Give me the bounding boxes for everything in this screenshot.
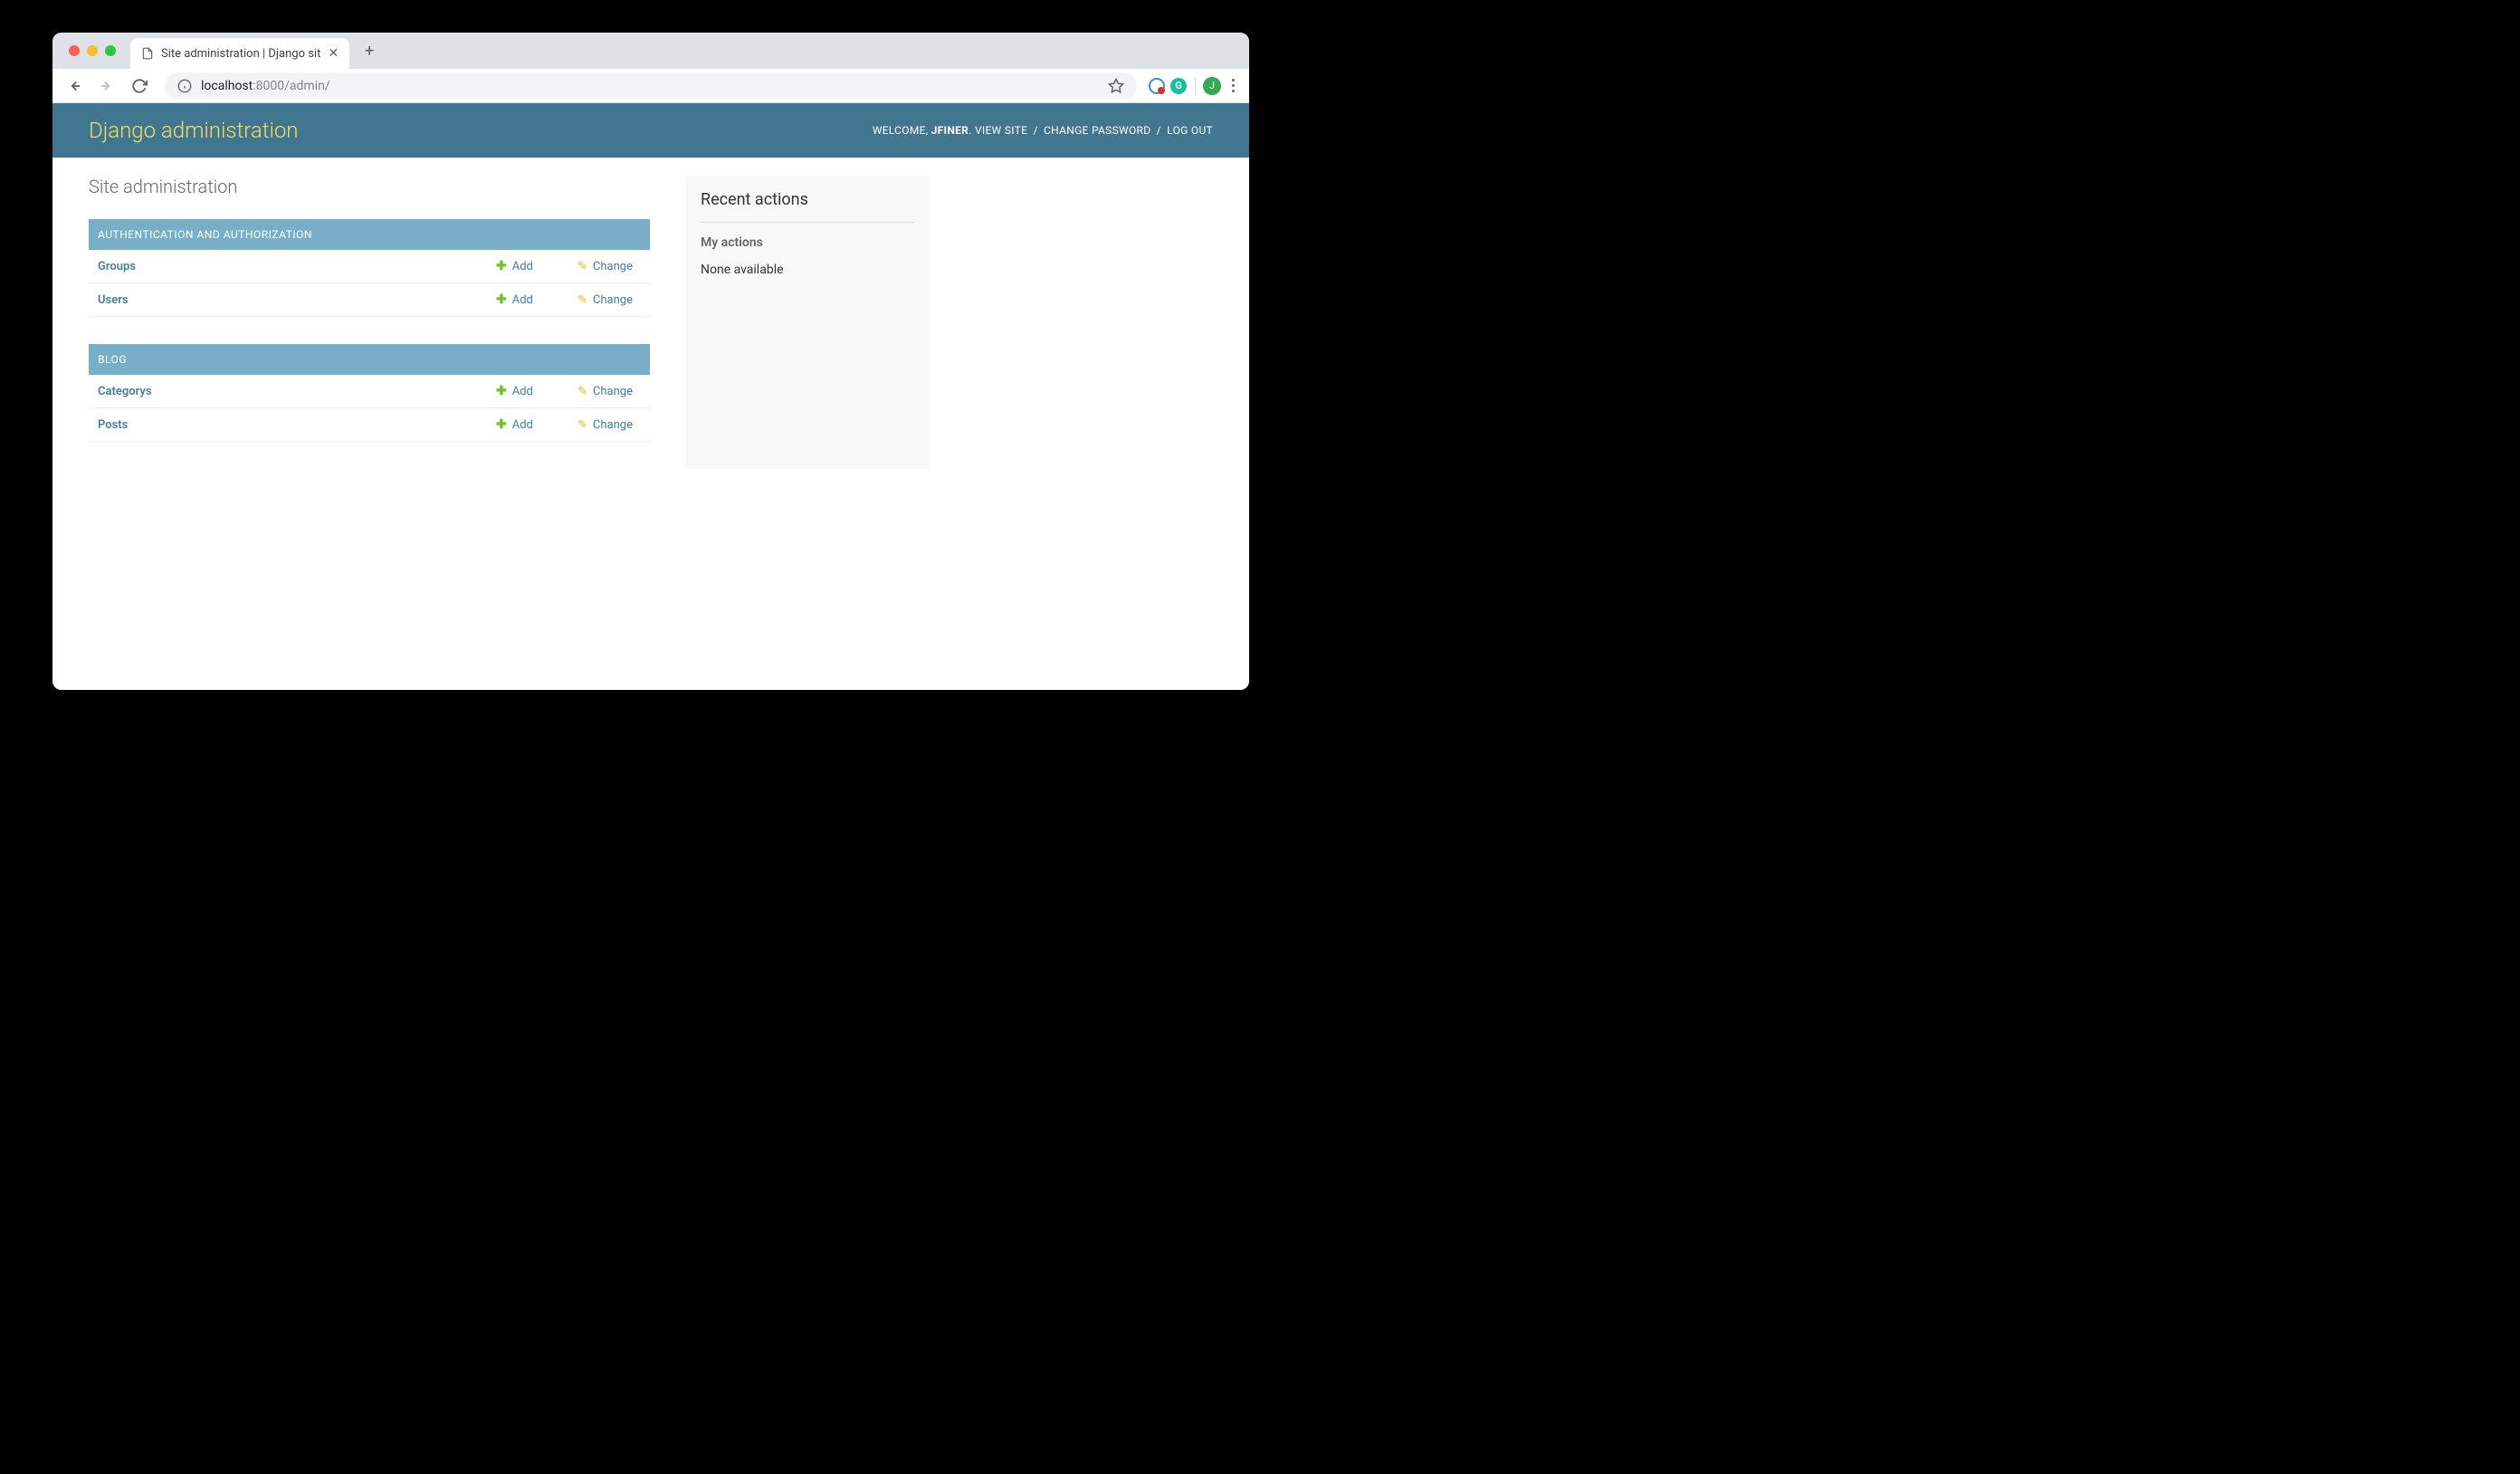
model-link-users[interactable]: Users [98, 293, 129, 307]
plus-icon: ✚ [496, 417, 507, 432]
tab-title: Site administration | Django sit [161, 47, 320, 61]
change-link-posts[interactable]: ✎Change [578, 418, 633, 432]
recent-actions-sidebar: Recent actions My actions None available [686, 176, 929, 469]
pencil-icon: ✎ [578, 260, 587, 273]
file-icon [141, 47, 154, 60]
plus-icon: ✚ [496, 384, 507, 398]
change-link-categorys[interactable]: ✎Change [578, 385, 633, 398]
change-link-users[interactable]: ✎Change [578, 293, 633, 307]
log-out-link[interactable]: LOG OUT [1167, 124, 1213, 137]
browser-toolbar: localhost:8000/admin/ G J [52, 69, 1249, 103]
change-link-groups[interactable]: ✎Change [578, 260, 633, 273]
model-row: Users ✚Add ✎Change [89, 283, 650, 317]
pencil-icon: ✎ [578, 293, 587, 307]
module-blog: BLOG Categorys ✚Add ✎Change Posts ✚Add ✎… [89, 344, 650, 442]
forward-button[interactable] [92, 72, 121, 100]
page-content: Django administration WELCOME, JFINER. V… [52, 103, 1249, 690]
content-wrapper: Site administration AUTHENTICATION AND A… [52, 158, 1249, 487]
maximize-window-button[interactable] [105, 45, 116, 56]
toolbar-divider [1195, 77, 1196, 95]
close-window-button[interactable] [69, 45, 80, 56]
minimize-window-button[interactable] [87, 45, 98, 56]
username: JFINER [931, 124, 969, 137]
user-tools: WELCOME, JFINER. VIEW SITE / CHANGE PASS… [873, 124, 1213, 137]
plus-icon: ✚ [496, 292, 507, 307]
browser-window: Site administration | Django sit ✕ + loc… [52, 33, 1249, 690]
add-link-users[interactable]: ✚Add [496, 292, 533, 307]
welcome-text: WELCOME, [873, 124, 931, 137]
add-link-posts[interactable]: ✚Add [496, 417, 533, 432]
site-title: Django administration [89, 118, 299, 143]
extension-grammarly-icon[interactable]: G [1169, 77, 1188, 95]
model-row: Groups ✚Add ✎Change [89, 250, 650, 283]
module-heading[interactable]: BLOG [89, 344, 650, 375]
module-heading[interactable]: AUTHENTICATION AND AUTHORIZATION [89, 219, 650, 250]
reload-icon [131, 78, 148, 94]
url-text: localhost:8000/admin/ [201, 79, 1099, 93]
reload-button[interactable] [125, 72, 154, 100]
address-bar[interactable]: localhost:8000/admin/ [165, 72, 1137, 100]
add-link-groups[interactable]: ✚Add [496, 259, 533, 273]
none-available-text: None available [701, 263, 914, 277]
django-header: Django administration WELCOME, JFINER. V… [52, 103, 1249, 158]
content-main: Site administration AUTHENTICATION AND A… [89, 176, 650, 469]
extension-1-icon[interactable] [1148, 77, 1166, 95]
tab-strip: Site administration | Django sit ✕ + [52, 33, 1249, 69]
pencil-icon: ✎ [578, 418, 587, 432]
model-link-groups[interactable]: Groups [98, 260, 136, 273]
arrow-right-icon [99, 78, 115, 94]
profile-avatar[interactable]: J [1203, 77, 1221, 95]
model-link-categorys[interactable]: Categorys [98, 385, 152, 398]
my-actions-subtitle: My actions [701, 235, 914, 250]
recent-actions-title: Recent actions [701, 190, 914, 223]
arrow-left-icon [66, 78, 82, 94]
browser-menu-button[interactable] [1225, 72, 1242, 100]
change-password-link[interactable]: CHANGE PASSWORD [1044, 124, 1150, 137]
window-controls [62, 45, 123, 56]
close-tab-icon[interactable]: ✕ [328, 46, 339, 61]
pencil-icon: ✎ [578, 385, 587, 398]
model-row: Posts ✚Add ✎Change [89, 408, 650, 442]
page-title: Site administration [89, 176, 650, 197]
module-auth: AUTHENTICATION AND AUTHORIZATION Groups … [89, 219, 650, 317]
info-icon[interactable] [177, 79, 192, 93]
browser-tab[interactable]: Site administration | Django sit ✕ [130, 38, 349, 69]
new-tab-button[interactable]: + [357, 38, 382, 63]
bookmark-star-icon[interactable] [1108, 78, 1124, 94]
add-link-categorys[interactable]: ✚Add [496, 384, 533, 398]
model-row: Categorys ✚Add ✎Change [89, 375, 650, 408]
plus-icon: ✚ [496, 259, 507, 273]
model-link-posts[interactable]: Posts [98, 418, 128, 432]
back-button[interactable] [60, 72, 89, 100]
view-site-link[interactable]: VIEW SITE [975, 124, 1027, 137]
